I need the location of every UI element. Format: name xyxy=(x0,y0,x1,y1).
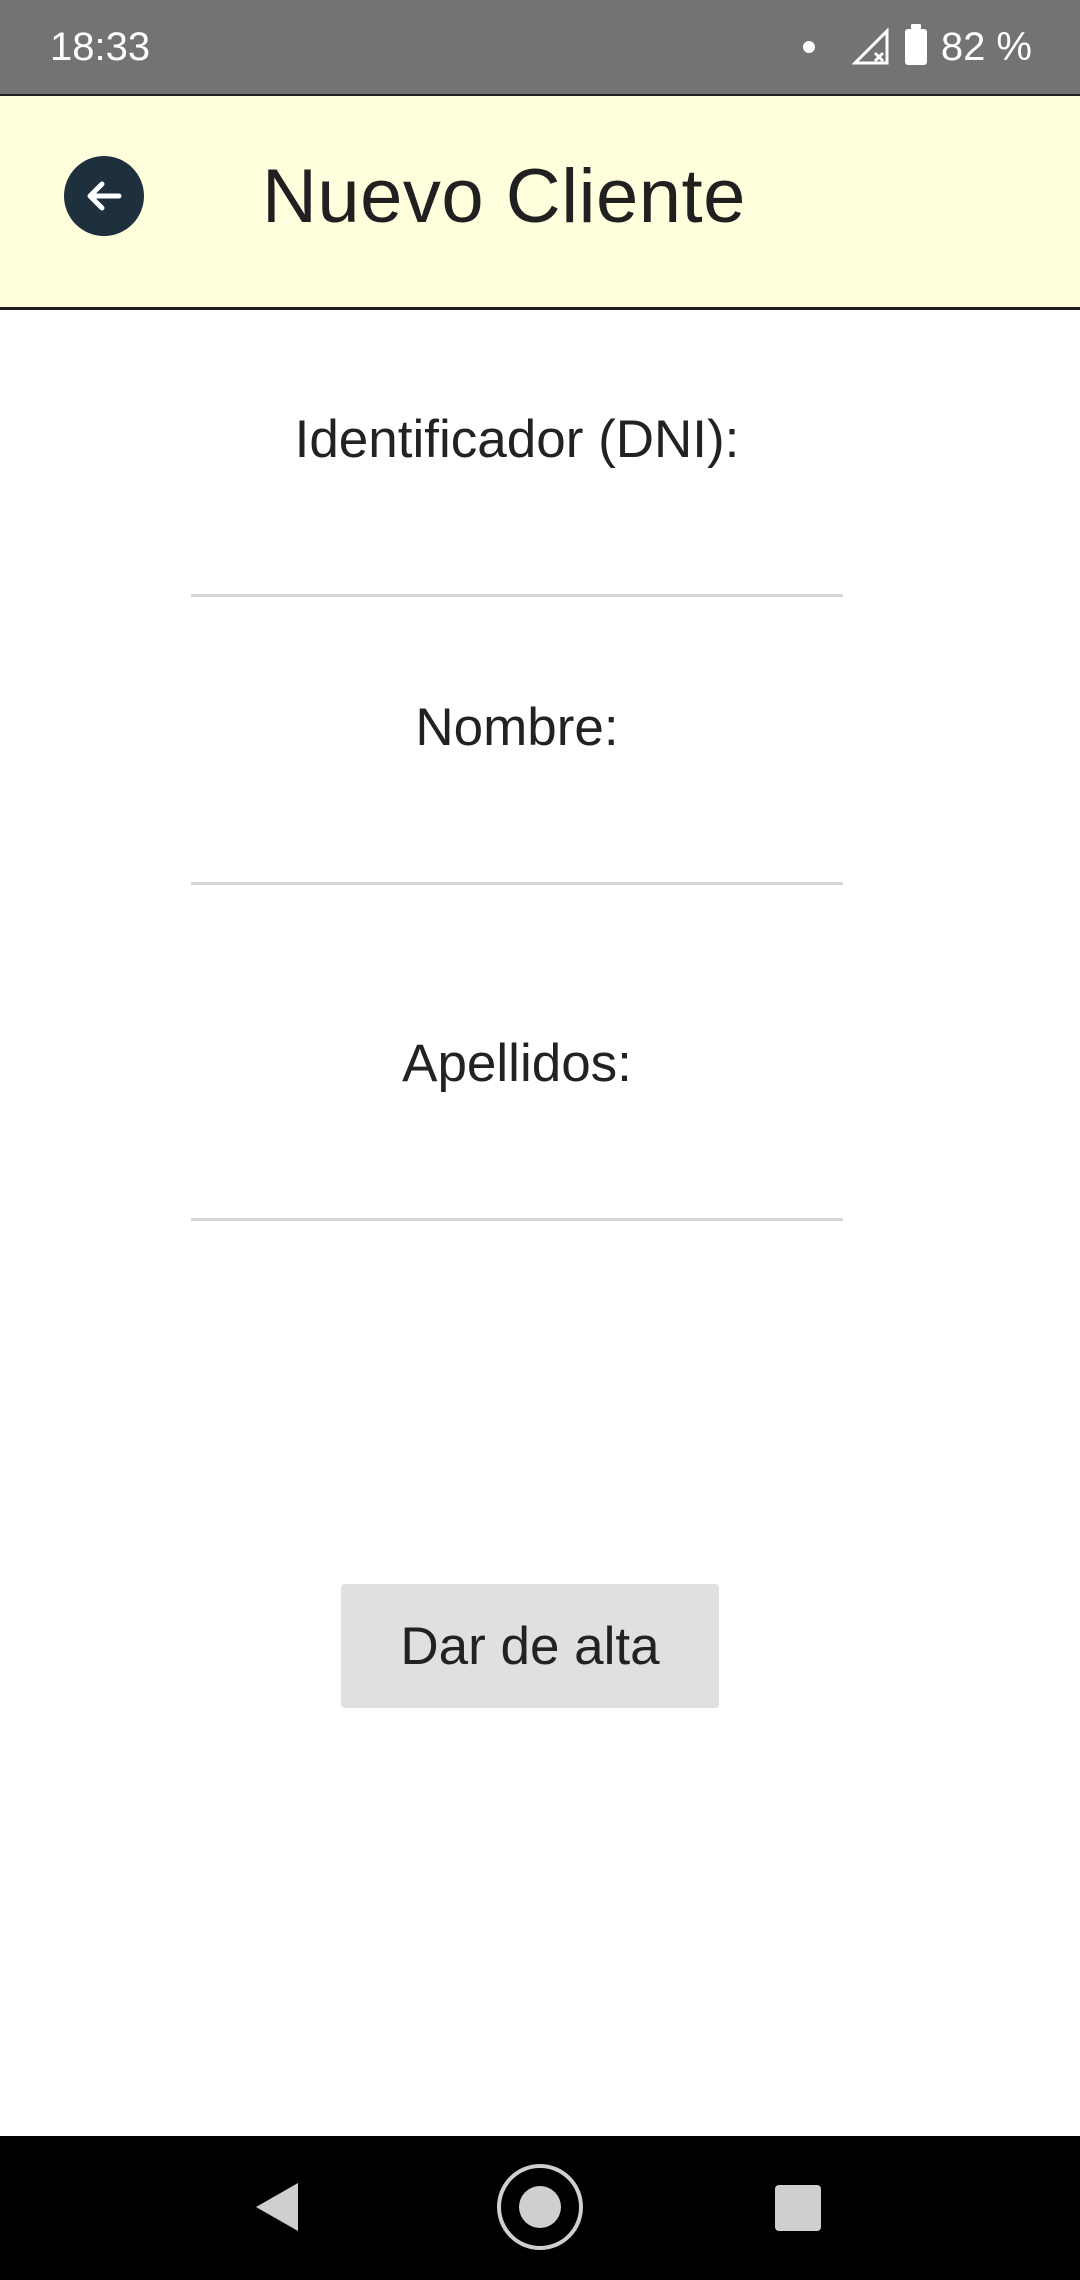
status-bar: 18:33 82 % xyxy=(0,0,1080,94)
dar-de-alta-button[interactable]: Dar de alta xyxy=(341,1584,719,1708)
apellidos-field-group: Apellidos: xyxy=(191,1024,843,1224)
home-circle-icon[interactable] xyxy=(497,2164,583,2250)
arrow-left-icon xyxy=(87,181,122,211)
dni-field-group: Identificador (DNI): xyxy=(191,400,843,600)
apellidos-label: Apellidos: xyxy=(402,1034,632,1093)
navigation-bar xyxy=(0,2136,1080,2280)
dni-input[interactable] xyxy=(191,527,843,597)
page-title: Nuevo Cliente xyxy=(262,154,746,239)
notification-dot-icon xyxy=(802,41,815,53)
signal-no-data-icon xyxy=(851,27,889,65)
status-icons: 82 % xyxy=(802,22,1032,72)
dni-label: Identificador (DNI): xyxy=(294,410,740,469)
battery-percentage: 82 % xyxy=(940,24,1032,69)
back-button[interactable] xyxy=(64,156,144,236)
app-bar: Nuevo Cliente xyxy=(0,94,1080,310)
nombre-label: Nombre: xyxy=(415,698,619,757)
nombre-input[interactable] xyxy=(191,815,843,885)
back-triangle-icon[interactable] xyxy=(254,2181,300,2233)
nombre-field-group: Nombre: xyxy=(191,688,843,888)
apellidos-input[interactable] xyxy=(191,1151,843,1221)
recents-square-icon[interactable] xyxy=(775,2185,821,2231)
status-time: 18:33 xyxy=(50,25,151,69)
battery-icon xyxy=(904,24,927,65)
